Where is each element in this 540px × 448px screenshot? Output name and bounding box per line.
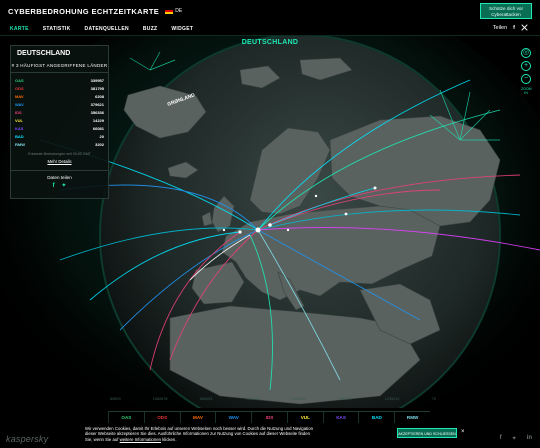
facebook-icon[interactable]: f	[500, 435, 502, 442]
legend-mav[interactable]: MAV	[179, 412, 216, 423]
stat-row-kas: KAS 66081	[15, 124, 104, 132]
accept-cookies-button[interactable]: AKZEPTIEREN UND SCHLIESSEN	[397, 428, 457, 438]
legend-number: 1135939	[291, 397, 306, 401]
tab-widget[interactable]: WIDGET	[171, 26, 193, 32]
zoom-label-2: IN	[524, 91, 528, 95]
share-bar: Teilen f	[493, 24, 528, 31]
stat-row-ods: ODS 381795	[15, 84, 104, 92]
panel-share-icons: f ✦	[11, 182, 108, 189]
legend-number: 1189877	[338, 397, 353, 401]
country-panel: DEUTSCHLAND # 3 HÄUFIGST ANGEGRIFFENE LÄ…	[10, 45, 109, 199]
stat-row-wav: WAV 379621	[15, 100, 104, 108]
legend-ods[interactable]: ODS	[143, 412, 180, 423]
stat-value: 379621	[90, 101, 104, 107]
stat-value: 381795	[90, 85, 104, 91]
cta-line-2: Cyberattacken	[491, 12, 521, 17]
twitter-icon[interactable]: ✦	[61, 183, 66, 189]
stat-value: 14229	[92, 117, 104, 123]
linkedin-icon[interactable]: in	[527, 435, 532, 442]
legend-oas[interactable]: OAS	[108, 412, 144, 423]
language-switch[interactable]: DE	[175, 8, 182, 14]
stat-row-oas: OAS 339957	[15, 76, 104, 84]
target-icon[interactable]: ◎	[521, 48, 531, 58]
legend-number: 1239012	[384, 397, 400, 401]
updated-note: Erkannte Bedrohungen seit 00:00 GMT	[28, 152, 91, 156]
legend-numbers: 80893 1062878 580003 7434344 1135939 1189877 1…	[110, 397, 436, 401]
stat-value: 356336	[90, 109, 104, 115]
stat-label: OAS	[15, 77, 24, 83]
legend-number: 7434344	[244, 397, 260, 401]
stat-value: 66081	[92, 125, 104, 131]
stat-row-ids: IDS 356336	[15, 108, 104, 116]
legend-number: 80893	[110, 397, 121, 401]
stat-value: 6208	[95, 93, 104, 99]
zoom-in-icon[interactable]: +	[521, 61, 531, 71]
panel-country-name: DEUTSCHLAND	[17, 50, 71, 57]
stat-value: 20	[99, 133, 104, 139]
legend-bad[interactable]: BAD	[358, 412, 394, 423]
main-nav: KARTE STATISTIK DATENQUELLEN BUZZ WIDGET	[0, 22, 540, 36]
cookie-text-3a: Sie, wenn Sie auf	[85, 436, 119, 442]
legend-kas[interactable]: KAS	[322, 412, 359, 423]
share-data-label: Daten teilen	[47, 175, 72, 180]
facebook-icon[interactable]: f	[53, 183, 55, 189]
tab-buzz[interactable]: BUZZ	[143, 26, 158, 32]
stat-label: BAD	[15, 133, 24, 139]
map-controls: ◎ + − ZOOM IN	[521, 48, 532, 95]
legend-ids[interactable]: IDS	[251, 412, 287, 423]
stat-value: 3202	[95, 141, 104, 147]
panel-rank: # 3 HÄUFIGST ANGEGRIFFENE LÄNDER	[11, 63, 108, 68]
stat-label: RMW	[15, 141, 25, 147]
stat-row-bad: BAD 20	[15, 132, 104, 140]
stat-label: VUL	[15, 117, 23, 123]
tab-statistik[interactable]: STATISTIK	[43, 26, 71, 32]
cookie-text-3b: klicken.	[162, 436, 177, 442]
twitter-icon[interactable]	[521, 24, 528, 31]
cookie-notice: Wir verwenden Cookies, damit Ihr Erlebni…	[85, 426, 385, 442]
app-title: CYBERBEDROHUNG ECHTZEITKARTE	[8, 6, 160, 16]
protect-button[interactable]: Schütze dich vor Cyberattacken	[480, 3, 532, 19]
legend-number: 1062878	[152, 397, 168, 401]
stat-label: ODS	[15, 85, 24, 91]
stat-row-rmw: RMW 3202	[15, 140, 104, 148]
stat-label: WAV	[15, 101, 24, 107]
stat-list: OAS 339957 ODS 381795 MAV 6208 WAV 379621 IDS 356…	[11, 73, 108, 148]
legend-vul[interactable]: VUL	[286, 412, 323, 423]
twitter-icon[interactable]: ✦	[512, 435, 517, 442]
tab-datenquellen[interactable]: DATENQUELLEN	[85, 26, 129, 32]
legend-wav[interactable]: WAV	[215, 412, 251, 423]
zoom-out-icon[interactable]: −	[521, 74, 531, 84]
threat-legend: OAS ODS MAV WAV IDS VUL KAS BAD RMW	[108, 411, 430, 423]
share-label: Teilen	[492, 24, 508, 31]
legend-rmw[interactable]: RMW	[394, 412, 430, 423]
tab-karte[interactable]: KARTE	[10, 26, 29, 32]
stat-value: 339957	[90, 77, 104, 83]
more-details-link[interactable]: Mehr Details	[11, 159, 108, 164]
footer-social: f ✦ in	[500, 435, 532, 442]
cookie-info-link[interactable]: weitere Informationen	[120, 437, 161, 442]
stat-label: KAS	[15, 125, 24, 131]
stat-row-vul: VUL 14229	[15, 116, 104, 124]
stat-row-mav: MAV 6208	[15, 92, 104, 100]
close-icon[interactable]: ×	[461, 429, 465, 435]
german-flag-icon[interactable]	[165, 8, 174, 14]
kaspersky-logo[interactable]: kaspersky	[6, 434, 48, 444]
legend-number: 70	[431, 397, 436, 401]
stat-label: IDS	[15, 109, 22, 115]
legend-number: 580003	[199, 397, 213, 401]
stat-label: MAV	[15, 93, 24, 99]
facebook-icon[interactable]: f	[513, 25, 515, 31]
top-bar: CYBERBEDROHUNG ECHTZEITKARTE DE Schütze …	[0, 0, 540, 22]
